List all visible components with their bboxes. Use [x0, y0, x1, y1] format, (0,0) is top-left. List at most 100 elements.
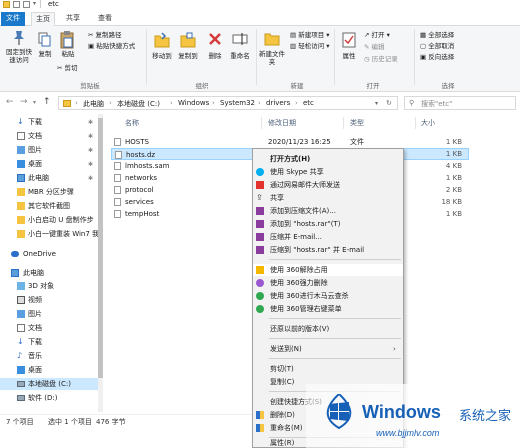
- menu-label: 使用 360管理右键菜单: [270, 305, 342, 313]
- menu-item-compress-hosts-email[interactable]: 压缩到 "hosts.rar" 并 E-mail: [253, 244, 403, 256]
- nav-item-downloads[interactable]: ↓ 下载: [0, 336, 100, 348]
- nav-item-desktop[interactable]: 桌面 ✱: [0, 158, 100, 170]
- nav-item-documents[interactable]: 文档: [0, 322, 100, 334]
- watermark-subtitle: 系统之家: [459, 409, 512, 424]
- checkbox-icon[interactable]: [23, 1, 30, 8]
- menu-item-360-unlock[interactable]: 使用 360解除占用: [253, 264, 403, 276]
- menu-item-add-archive[interactable]: 添加到压缩文件(A)...: [253, 205, 403, 217]
- cut-button[interactable]: ✂ 剪切: [57, 64, 78, 72]
- menu-item-360-scan[interactable]: 使用 360进行木马云查杀: [253, 290, 403, 302]
- tab-view[interactable]: 查看: [94, 12, 116, 26]
- menu-item-360-manage-menu[interactable]: 使用 360管理右键菜单: [253, 303, 403, 315]
- menu-label: 删除(D): [270, 411, 295, 419]
- nav-item-folder[interactable]: MBR 分区步骤: [0, 186, 100, 198]
- column-header-name[interactable]: 名称: [125, 118, 139, 128]
- new-item-button[interactable]: ▤ 新建项目 ▾: [290, 31, 330, 39]
- breadcrumb-etc[interactable]: etc: [303, 99, 314, 107]
- nav-label: 桌面: [28, 366, 42, 374]
- scrollbar-thumb[interactable]: [98, 118, 103, 378]
- nav-item-this-pc[interactable]: 此电脑: [0, 267, 100, 279]
- nav-item-c-drive[interactable]: 本地磁盘 (C:): [0, 378, 100, 390]
- delete-button[interactable]: 删除: [204, 52, 226, 60]
- tab-home[interactable]: 主页: [31, 12, 55, 26]
- menu-item-360-delete[interactable]: 使用 360强力删除: [253, 277, 403, 289]
- menu-item-cut[interactable]: 剪切(T): [253, 363, 403, 375]
- forward-icon[interactable]: →: [20, 97, 28, 107]
- nav-item-pictures[interactable]: 图片 ✱: [0, 144, 100, 156]
- nav-item-folder[interactable]: 其它软件截图: [0, 200, 100, 212]
- search-box[interactable]: ⚲ 搜索"etc": [404, 96, 516, 110]
- easy-access-label: 轻松访问 ▾: [298, 42, 330, 50]
- rename-button[interactable]: 重命名: [228, 52, 252, 60]
- recent-dropdown-icon[interactable]: ▾: [33, 99, 36, 106]
- breadcrumb-this-pc[interactable]: 此电脑: [83, 99, 104, 109]
- divider: [256, 29, 257, 85]
- column-header-type[interactable]: 类型: [350, 118, 364, 128]
- drive-icon: [17, 381, 25, 387]
- download-icon: ↓: [17, 117, 24, 126]
- folder-icon[interactable]: [3, 1, 10, 8]
- search-input[interactable]: 搜索"etc": [421, 99, 452, 109]
- navigation-pane: ↓ 下载 ✱ 文档 ✱ 图片 ✱ 桌面 ✱ 此电脑 ✱ MBR 分区步骤 其它软件截图 小白…: [0, 114, 104, 414]
- tab-file[interactable]: 文件: [1, 12, 25, 26]
- properties-button[interactable]: 属性: [338, 52, 360, 60]
- dropdown-icon[interactable]: ▾: [33, 0, 36, 7]
- nav-item-3d-objects[interactable]: 3D 对象: [0, 280, 100, 292]
- menu-item-share[interactable]: ⇪ 共享: [253, 192, 403, 204]
- nav-item-downloads[interactable]: ↓ 下载 ✱: [0, 116, 100, 128]
- copy-to-button[interactable]: 复制到: [175, 52, 201, 60]
- address-dropdown-icon[interactable]: ▾: [375, 100, 378, 107]
- file-row[interactable]: HOSTS 2020/11/23 16:25 文件: [111, 136, 471, 148]
- breadcrumb-system32[interactable]: System32: [220, 99, 255, 107]
- copy-button[interactable]: 复制: [34, 50, 56, 58]
- properties-icon[interactable]: [13, 1, 20, 8]
- tab-share[interactable]: 共享: [62, 12, 84, 26]
- nav-item-folder[interactable]: 小白启动 U 盘制作步: [0, 214, 100, 226]
- menu-item-add-hosts-rar[interactable]: 添加到 "hosts.rar"(T): [253, 218, 403, 230]
- nav-item-folder[interactable]: 小白一键重装 Win7 我: [0, 228, 100, 240]
- nav-item-music[interactable]: ♪ 音乐: [0, 350, 100, 362]
- menu-item-open-with[interactable]: 打开方式(H): [253, 153, 403, 165]
- open-button[interactable]: ↗ 打开 ▾: [364, 31, 390, 39]
- back-icon[interactable]: ←: [6, 97, 14, 107]
- edit-button[interactable]: ✎ 编辑: [364, 43, 385, 51]
- rename-icon: [232, 33, 248, 45]
- file-name: tempHost: [125, 210, 160, 218]
- nav-item-videos[interactable]: 视频: [0, 294, 100, 306]
- menu-item-netease-mail[interactable]: 通过网易邮件大师发送: [253, 179, 403, 191]
- breadcrumb-c-drive[interactable]: 本地磁盘 (C:): [117, 99, 160, 109]
- select-all-button[interactable]: ▦ 全部选择: [420, 31, 454, 39]
- menu-item-compress-email[interactable]: 压缩并 E-mail...: [253, 231, 403, 243]
- pin-to-quick-access-button[interactable]: 固定到快速访问: [3, 48, 35, 64]
- paste-shortcut-button[interactable]: ▣ 粘贴快捷方式: [88, 42, 135, 50]
- breadcrumb-windows[interactable]: Windows: [178, 99, 209, 107]
- select-none-button[interactable]: ▢ 全部取消: [420, 42, 454, 50]
- divider: [343, 117, 344, 129]
- column-header-size[interactable]: 大小: [421, 118, 435, 128]
- move-to-button[interactable]: 移动到: [149, 52, 175, 60]
- easy-access-button[interactable]: ▥ 轻松访问 ▾: [290, 42, 330, 50]
- address-box[interactable]: › 此电脑 › 本地磁盘 (C:) › Windows › System32 ›…: [58, 96, 398, 110]
- column-header-date[interactable]: 修改日期: [268, 118, 296, 128]
- nav-item-onedrive[interactable]: OneDrive: [0, 248, 100, 260]
- file-name: protocol: [125, 186, 154, 194]
- nav-item-d-drive[interactable]: 软件 (D:): [0, 392, 100, 404]
- history-button[interactable]: ◷ 历史记录: [364, 55, 398, 63]
- paste-button[interactable]: 粘贴: [57, 50, 79, 58]
- copy-path-button[interactable]: ✂ 复制路径: [88, 31, 122, 39]
- nav-item-desktop[interactable]: 桌面: [0, 364, 100, 376]
- up-icon[interactable]: ↑: [43, 97, 51, 107]
- new-folder-button[interactable]: 新建文件夹: [258, 50, 286, 66]
- file-name: services: [125, 198, 154, 206]
- winrar-icon: [256, 246, 264, 254]
- nav-item-pictures[interactable]: 图片: [0, 308, 100, 320]
- menu-item-restore-versions[interactable]: 还原以前的版本(V): [253, 323, 403, 335]
- nav-scrollbar[interactable]: [98, 114, 103, 412]
- invert-selection-button[interactable]: ▣ 反向选择: [420, 53, 454, 61]
- nav-item-documents[interactable]: 文档 ✱: [0, 130, 100, 142]
- nav-item-this-pc-quick[interactable]: 此电脑 ✱: [0, 172, 100, 184]
- menu-item-send-to[interactable]: 发送到(N) ›: [253, 343, 403, 355]
- refresh-icon[interactable]: ↻: [386, 99, 392, 107]
- breadcrumb-drivers[interactable]: drivers: [266, 99, 290, 107]
- menu-item-skype-share[interactable]: 使用 Skype 共享: [253, 166, 403, 178]
